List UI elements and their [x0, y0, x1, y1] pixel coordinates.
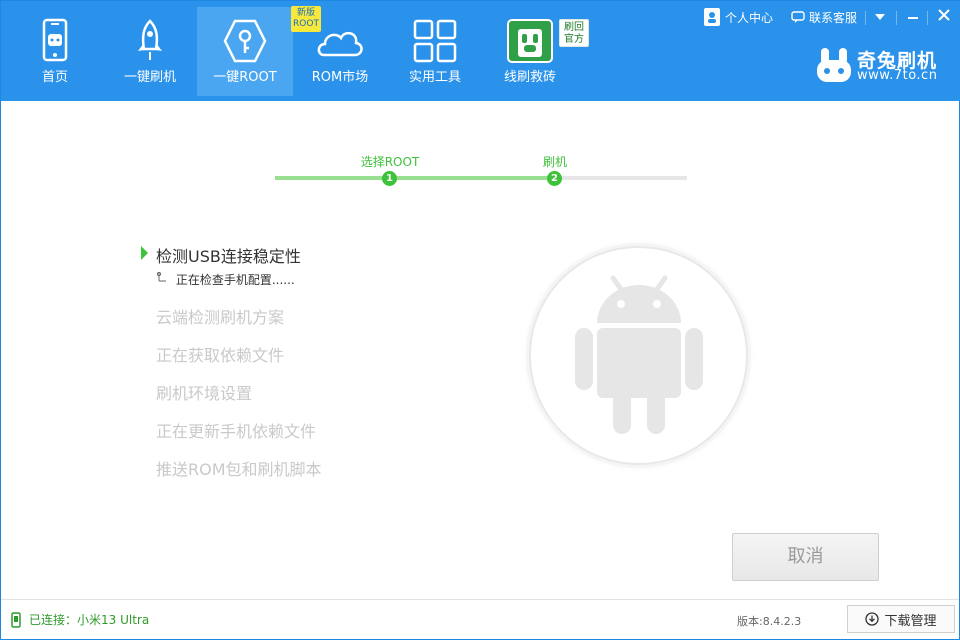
top-bar: 首页 一键刷机 一键ROOT ROM市场 实用工具 线刷救砖 新版 ROOT 刷… — [1, 1, 960, 101]
step-label-select-root: 选择ROOT — [360, 155, 420, 169]
current-task: 检测USB连接稳定性 — [156, 247, 301, 266]
step-marker-2: 2 — [547, 171, 562, 186]
phone-connected-icon — [11, 611, 21, 628]
close-button[interactable] — [931, 4, 957, 30]
rabbit-logo-icon — [817, 48, 851, 82]
restore-official-badge: 刷回 官方 — [559, 19, 589, 47]
tree-branch-icon — [156, 272, 166, 282]
nav-label: ROM市场 — [311, 70, 369, 85]
version-label: 版本:8.4.2.3 — [737, 615, 802, 628]
android-robot-icon — [575, 275, 703, 434]
current-task-arrow-icon — [141, 246, 148, 260]
divider — [927, 11, 928, 25]
device-illustration — [529, 246, 748, 465]
dropdown-menu-button[interactable] — [867, 4, 893, 30]
nav-item-home[interactable]: 首页 — [7, 7, 103, 96]
current-task-detail: 正在检查手机配置...... — [156, 271, 295, 288]
minimize-icon — [908, 17, 918, 19]
user-icon — [704, 8, 720, 26]
divider — [896, 11, 897, 25]
rescue-rabbit-icon — [507, 19, 553, 63]
new-version-badge: 新版 ROOT — [291, 6, 321, 32]
brand-logo: 奇兔刷机 www.7to.cn — [813, 44, 953, 89]
nav-label: 线刷救砖 — [503, 70, 556, 85]
minimize-button[interactable] — [900, 4, 926, 30]
pending-task: 推送ROM包和刷机脚本 — [156, 460, 322, 479]
nav-label: 一键刷机 — [123, 70, 176, 85]
phone-rabbit-icon — [42, 18, 68, 62]
pending-task: 正在更新手机依赖文件 — [156, 422, 317, 441]
nav-item-one-click-root[interactable]: 一键ROOT — [197, 7, 293, 96]
grid-tools-icon — [413, 19, 457, 63]
status-bar: 已连接：小米13 Ultra 版本:8.4.2.3 下载管理 — [1, 599, 959, 639]
nav-label: 一键ROOT — [213, 70, 277, 85]
connection-status: 已连接：小米13 Ultra — [11, 611, 149, 628]
pending-task: 正在获取依赖文件 — [156, 346, 285, 365]
nav-item-one-click-flash[interactable]: 一键刷机 — [102, 7, 198, 96]
nav-label: 实用工具 — [408, 70, 461, 85]
cancel-button[interactable]: 取消 — [732, 533, 879, 581]
nav-item-tools[interactable]: 实用工具 — [387, 7, 483, 96]
step-label-flash: 刷机 — [542, 155, 568, 169]
pending-task: 云端检测刷机方案 — [156, 308, 285, 327]
step-progress: 选择ROOT 1 刷机 2 — [275, 151, 687, 191]
brand-url: www.7to.cn — [857, 68, 938, 83]
user-center-link[interactable]: 个人中心 — [703, 1, 783, 33]
divider — [865, 11, 866, 25]
download-manager-button[interactable]: 下载管理 — [847, 605, 955, 633]
step-marker-1: 1 — [382, 171, 397, 186]
nav-label: 首页 — [41, 70, 68, 85]
pending-task: 刷机环境设置 — [156, 384, 253, 403]
rocket-icon — [138, 19, 162, 60]
contact-support-link[interactable]: 联系客服 — [791, 1, 871, 33]
progress-fill — [275, 176, 556, 180]
dropdown-icon — [875, 14, 885, 20]
root-key-icon — [223, 19, 267, 63]
chat-icon — [791, 11, 805, 23]
close-icon — [938, 9, 950, 21]
download-icon — [865, 612, 880, 626]
